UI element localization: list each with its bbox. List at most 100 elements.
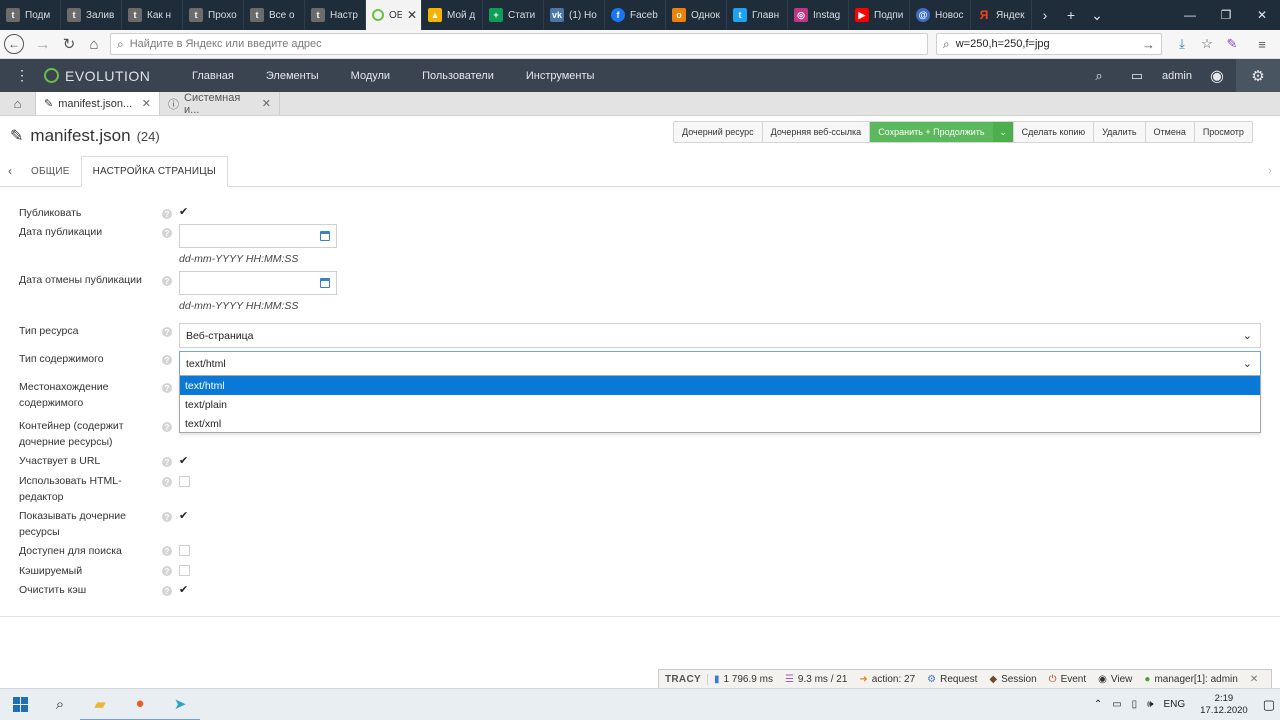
monitor-icon[interactable]: ▭ xyxy=(1118,68,1156,84)
tabs-scroll-right-icon[interactable]: › xyxy=(1032,0,1058,30)
address-bar[interactable]: ⌕ Найдите в Яндекс или введите адрес xyxy=(110,33,928,55)
home-icon[interactable]: ⌂ xyxy=(83,33,105,55)
logo[interactable]: EVOLUTION xyxy=(44,68,176,84)
tracy-view[interactable]: ◉ View xyxy=(1092,674,1138,685)
browser-tab[interactable]: f Faceb xyxy=(605,0,666,30)
restore-icon[interactable]: ❐ xyxy=(1208,0,1244,30)
windows-start-icon[interactable] xyxy=(0,689,40,720)
browser-tab[interactable]: t Подм xyxy=(0,0,61,30)
menu-item-users[interactable]: Пользователи xyxy=(406,70,510,82)
show-children-checkbox[interactable]: ✔ xyxy=(179,511,190,522)
browser-tab[interactable]: ▶ Подпи xyxy=(849,0,910,30)
browser-tab[interactable]: t Главн xyxy=(727,0,788,30)
language-indicator[interactable]: ENG xyxy=(1158,699,1190,710)
child-resource-button[interactable]: Дочерний ресурс xyxy=(674,122,763,142)
tabs-next-icon[interactable]: › xyxy=(1260,156,1280,186)
tabs-menu-icon[interactable]: ⌄ xyxy=(1084,0,1110,30)
help-icon[interactable]: ? xyxy=(162,457,172,467)
tracy-close-icon[interactable]: ✕ xyxy=(1244,674,1264,685)
browser-tab[interactable]: + Стати xyxy=(483,0,544,30)
tracy-database[interactable]: ☰ 9.3 ms / 21 xyxy=(779,674,853,685)
tab-general[interactable]: ОБЩИЕ xyxy=(20,156,81,186)
volume-icon[interactable]: 🕪 xyxy=(1142,699,1158,710)
dropdown-option[interactable]: text/html xyxy=(180,376,1260,395)
help-icon[interactable]: ? xyxy=(162,355,172,365)
minimize-icon[interactable]: — xyxy=(1172,0,1208,30)
in-url-checkbox[interactable]: ✔ xyxy=(179,456,190,467)
clock[interactable]: 2:19 17.12.2020 xyxy=(1190,693,1258,717)
browser-tab[interactable]: t Прохо xyxy=(183,0,244,30)
browser-tab[interactable]: @ Новос xyxy=(910,0,971,30)
searchable-checkbox[interactable] xyxy=(179,545,190,556)
tracy-logo[interactable]: TRACY xyxy=(659,673,708,685)
help-icon[interactable]: ? xyxy=(162,512,172,522)
browser-tab[interactable]: t Как н xyxy=(122,0,183,30)
html-editor-checkbox[interactable] xyxy=(179,476,190,487)
save-continue-button[interactable]: Сохранить + Продолжить xyxy=(870,122,994,142)
menu-item-tools[interactable]: Инструменты xyxy=(510,70,611,82)
tracy-request[interactable]: ⚙ Request xyxy=(921,674,983,685)
browser-tab[interactable]: ◎ Instag xyxy=(788,0,849,30)
doc-tab[interactable]: ⓘ Системная и... ✕ xyxy=(160,92,280,116)
go-arrow-icon[interactable]: → xyxy=(1142,37,1155,52)
browser-tab[interactable]: vk (1) Но xyxy=(544,0,605,30)
dropdown-option[interactable]: text/xml xyxy=(180,414,1260,433)
content-type-select[interactable]: text/html ⌄ xyxy=(179,351,1261,376)
browser-tab[interactable]: ▲ Мой д xyxy=(422,0,483,30)
unpub-date-input[interactable] xyxy=(179,271,337,295)
notifications-icon[interactable]: ▢ xyxy=(1258,697,1280,713)
forward-icon[interactable]: → xyxy=(32,33,54,55)
help-icon[interactable]: ? xyxy=(162,383,172,393)
network-icon[interactable]: ▭ xyxy=(1107,699,1126,710)
publish-checkbox[interactable]: ✔ xyxy=(179,207,190,218)
cacheable-checkbox[interactable] xyxy=(179,565,190,576)
search-field[interactable]: ⌕ w=250,h=250,f=jpg → xyxy=(936,33,1162,55)
help-icon[interactable]: ? xyxy=(162,546,172,556)
back-icon[interactable]: ← xyxy=(4,34,24,54)
resource-type-select[interactable]: Веб-страница ⌄ xyxy=(179,323,1261,348)
pen-icon[interactable]: ✎ xyxy=(1222,34,1242,54)
help-icon[interactable]: ? xyxy=(162,209,172,219)
tracy-manager[interactable]: ● manager[1]: admin xyxy=(1138,674,1243,685)
tracy-time[interactable]: ▮ 1 796.9 ms xyxy=(708,674,779,685)
menu-item-modules[interactable]: Модули xyxy=(335,70,406,82)
tracy-event[interactable]: ⏻ Event xyxy=(1043,674,1093,685)
tray-expand-icon[interactable]: ⌃ xyxy=(1089,699,1107,710)
telegram-icon[interactable]: ➤ xyxy=(160,689,200,720)
browser-tab[interactable]: t Настр xyxy=(305,0,366,30)
window-close-icon[interactable]: ✕ xyxy=(1244,0,1280,30)
search-icon[interactable]: ⌕ xyxy=(1080,68,1118,84)
tab-page-settings[interactable]: НАСТРОЙКА СТРАНИЦЫ xyxy=(80,156,228,187)
cancel-button[interactable]: Отмена xyxy=(1145,122,1195,142)
file-explorer-icon[interactable]: ▰ xyxy=(80,689,120,720)
firefox-icon[interactable]: ● xyxy=(120,689,160,720)
calendar-icon[interactable] xyxy=(320,278,330,288)
delete-button[interactable]: Удалить xyxy=(1094,122,1146,142)
menu-item-elements[interactable]: Элементы xyxy=(250,70,335,82)
reload-icon[interactable]: ↻ xyxy=(58,33,80,55)
tabs-prev-icon[interactable]: ‹ xyxy=(0,156,20,186)
help-icon[interactable]: ? xyxy=(162,477,172,487)
tracy-session[interactable]: ◆ Session xyxy=(983,674,1042,685)
close-icon[interactable]: ✕ xyxy=(262,97,271,110)
child-weblink-button[interactable]: Дочерняя веб-ссылка xyxy=(762,122,871,142)
username[interactable]: admin xyxy=(1156,70,1198,82)
tracy-action[interactable]: ➜ action: 27 xyxy=(853,674,921,685)
help-icon[interactable]: ? xyxy=(162,586,172,596)
doc-tab-active[interactable]: ✎ manifest.json... ✕ xyxy=(36,92,160,115)
duplicate-button[interactable]: Сделать копию xyxy=(1013,122,1095,142)
help-icon[interactable]: ? xyxy=(162,327,172,337)
help-icon[interactable]: ? xyxy=(162,276,172,286)
browser-tab[interactable]: t Залив xyxy=(61,0,122,30)
battery-icon[interactable]: ▯ xyxy=(1127,699,1143,710)
clear-cache-checkbox[interactable]: ✔ xyxy=(179,585,190,596)
settings-gear-icon[interactable]: ⚙ xyxy=(1236,59,1280,92)
browser-tab-active[interactable]: OE ✕ xyxy=(366,0,422,30)
new-tab-icon[interactable]: + xyxy=(1058,0,1084,30)
user-avatar-icon[interactable]: ◉ xyxy=(1198,66,1236,86)
browser-tab[interactable]: Я Яндек xyxy=(971,0,1032,30)
dropdown-option[interactable]: text/plain xyxy=(180,395,1260,414)
close-icon[interactable]: ✕ xyxy=(142,97,151,110)
pub-date-input[interactable] xyxy=(179,224,337,248)
help-icon[interactable]: ? xyxy=(162,566,172,576)
